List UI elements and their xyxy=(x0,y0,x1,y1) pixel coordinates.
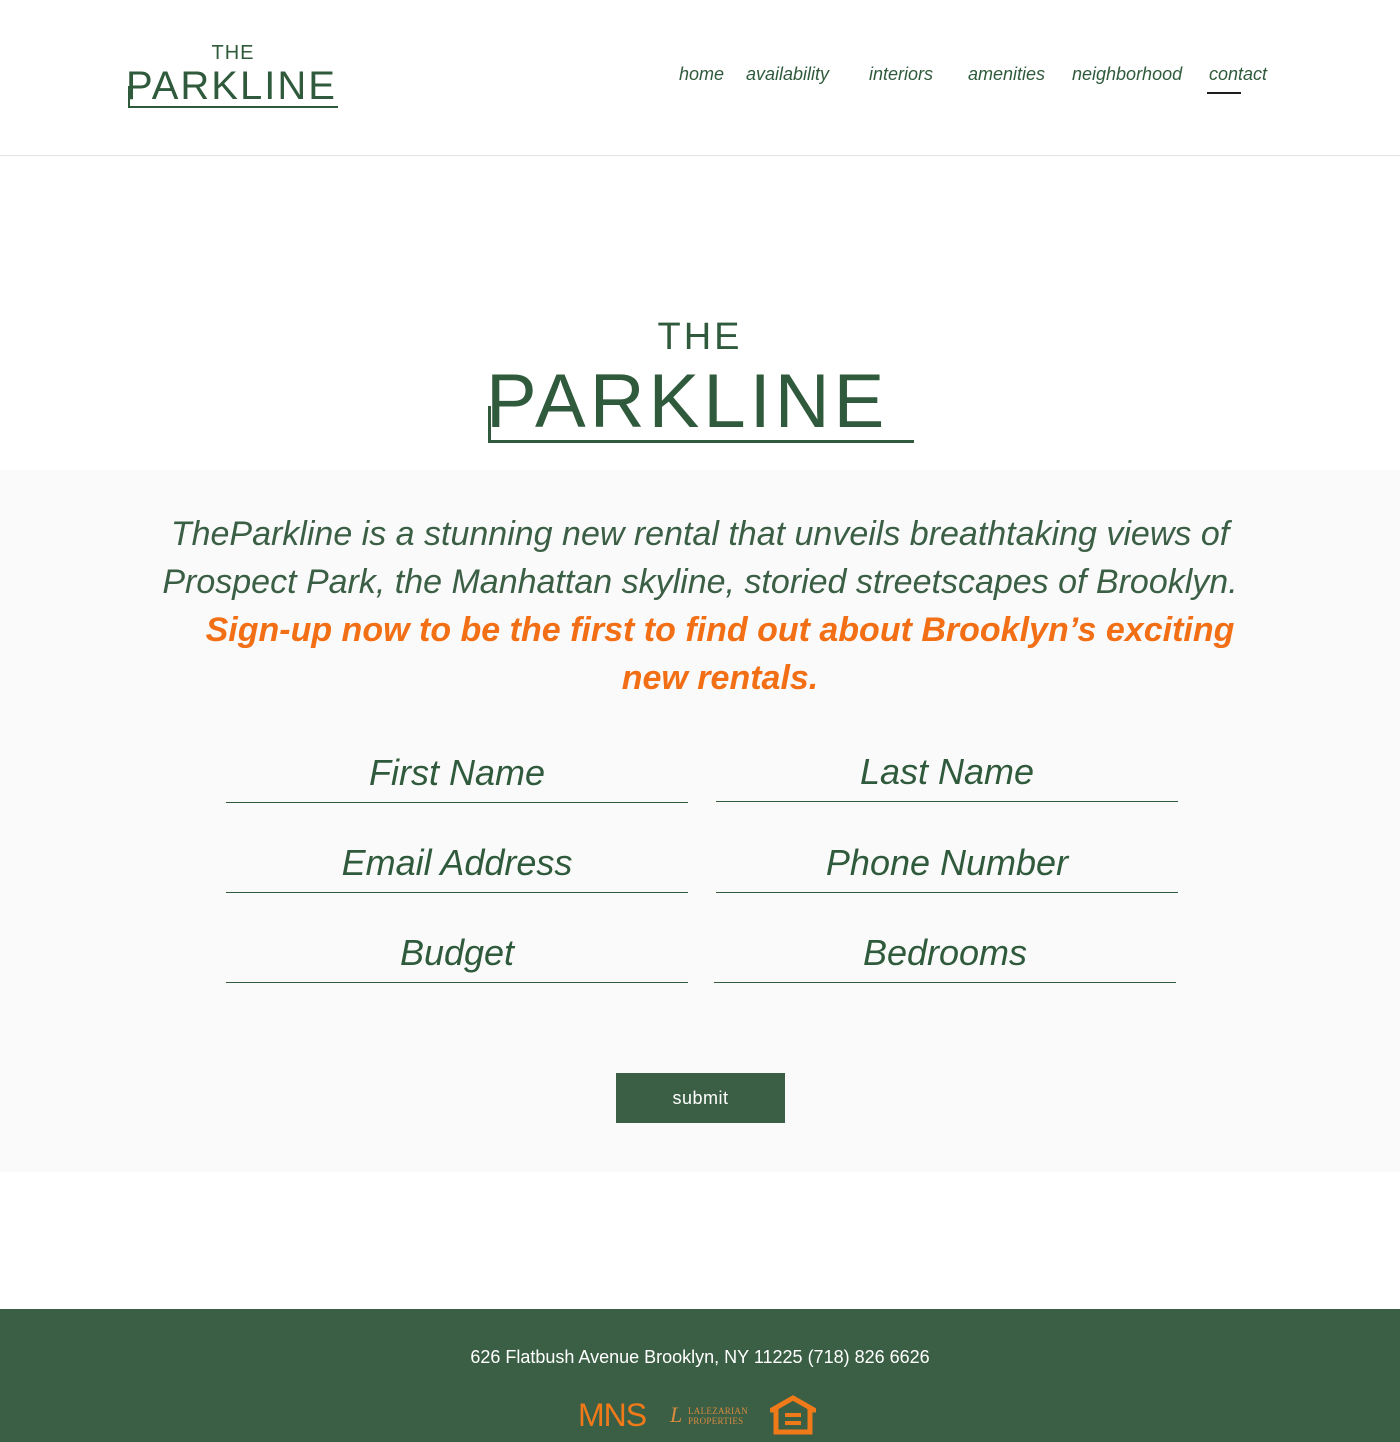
signup-section: TheParkline is a stunning new rental tha… xyxy=(0,470,1400,1172)
site-header: THE PARKLINE home availability interiors… xyxy=(0,0,1400,156)
site-footer: 626 Flatbush Avenue Brooklyn, NY 11225 (… xyxy=(0,1309,1400,1442)
hero-logo-parkline-text: PARKLINE xyxy=(486,359,889,444)
footer-logos: MNS L LALEZARIAN PROPERTIES xyxy=(578,1395,824,1435)
signup-call-to-action: Sign-up now to be the first to find out … xyxy=(205,611,1235,697)
nav-amenities[interactable]: amenities xyxy=(968,64,1045,85)
lalezarian-mark: L xyxy=(670,1402,683,1427)
logo-the-text: THE xyxy=(211,42,255,64)
nav-availability[interactable]: availability xyxy=(746,64,829,85)
submit-button[interactable]: submit xyxy=(616,1073,785,1123)
logo-rule-horizontal xyxy=(128,106,338,108)
hero-logo-rule-vertical xyxy=(488,406,491,443)
hero-logo: THE PARKLINE xyxy=(484,316,916,448)
lalezarian-logo[interactable]: L LALEZARIAN PROPERTIES xyxy=(670,1403,760,1429)
budget-field[interactable] xyxy=(226,923,688,983)
last-name-field[interactable] xyxy=(716,742,1178,802)
equal-housing-opportunity-icon xyxy=(762,1395,824,1435)
nav-contact[interactable]: contact xyxy=(1206,64,1267,94)
hero-logo-rule-horizontal xyxy=(488,440,914,443)
intro-description: TheParkline is a stunning new rental tha… xyxy=(162,515,1238,601)
nav-neighborhood[interactable]: neighborhood xyxy=(1072,64,1182,85)
lalezarian-wordmark: LALEZARIAN PROPERTIES xyxy=(688,1406,748,1426)
footer-address: 626 Flatbush Avenue Brooklyn, NY 11225 (… xyxy=(470,1347,930,1367)
phone-field[interactable] xyxy=(716,833,1178,893)
email-field[interactable] xyxy=(226,833,688,893)
first-name-field[interactable] xyxy=(226,743,688,803)
main-nav: home availability interiors amenities ne… xyxy=(0,64,1400,98)
hero-logo-the-text: THE xyxy=(657,316,743,358)
nav-home[interactable]: home xyxy=(679,64,724,85)
mns-logo[interactable]: MNS xyxy=(578,1395,647,1435)
nav-interiors[interactable]: interiors xyxy=(869,64,933,85)
bedrooms-field[interactable] xyxy=(714,923,1176,983)
